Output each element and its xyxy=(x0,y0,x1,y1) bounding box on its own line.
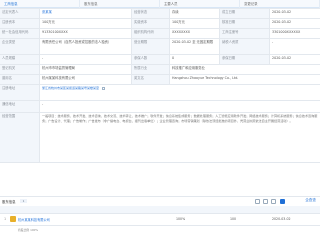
label-reg-address: 注册地址 xyxy=(0,85,40,100)
value-english-name: Hangzhou Zhaoyue Technology Co., Ltd. xyxy=(172,76,239,80)
value-taxpayer-type: - xyxy=(272,40,274,44)
info-row: 曾用名 杭州某某科技有限公司 英文名 Hangzhou Zhaoyue Tech… xyxy=(0,75,320,85)
value-reg-address[interactable]: 浙江省杭州市某区某街道某路某号某楼某室 xyxy=(40,85,320,100)
value-status: 存续 xyxy=(170,9,220,18)
value-business-term: 2020-03-02 至 无固定期限 xyxy=(170,39,220,54)
value-staff-size: - xyxy=(40,55,132,64)
value-insured-date: 2020-03-02 xyxy=(272,56,292,60)
value-approval-date: 2020-03-02 xyxy=(272,20,292,24)
label-address-2: 通信地址 xyxy=(0,101,40,112)
export-icon[interactable] xyxy=(255,199,260,204)
section-title: 股东信息 xyxy=(2,200,16,204)
info-row: 企业类型 有限责任公司（自然人投资或控股的法人独资） 营业期限 2020-03-… xyxy=(0,39,320,55)
label-former-name: 曾用名 xyxy=(0,75,40,84)
label-reg-authority: 登记机关 xyxy=(0,65,40,74)
info-tabs: 工商信息 股东信息 主要人员 变更记录 xyxy=(0,0,320,8)
value-business-scope: 一般项目：技术服务、技术开发、技术咨询、技术交流、技术转让、技术推广；软件开发；… xyxy=(42,114,318,124)
info-row: 注册资本 100万元 实缴资本 100万元 核准日期 2020-03-02 xyxy=(0,19,320,29)
tab-business-info[interactable]: 工商信息 xyxy=(0,0,80,8)
shareholder-sub-note: 持股比例 100% xyxy=(18,228,39,232)
info-row: 注册地址 浙江省杭州市某区某街道某路某号某楼某室 xyxy=(0,85,320,101)
label-staff-size: 人员规模 xyxy=(0,55,40,64)
value-reg-capital: 100万元 xyxy=(40,19,132,28)
brand-name: 企查查 xyxy=(305,198,316,202)
subscribed-date: 2020-03-02 xyxy=(272,217,291,221)
row-index: 1 xyxy=(4,217,7,221)
label-industry: 所属行业 xyxy=(132,65,170,74)
label-legal-rep: 法定代表人 xyxy=(0,9,40,18)
label-established: 成立日期 xyxy=(220,9,270,18)
value-credit-code: 91330100XXXX xyxy=(40,29,132,38)
value-org-code: XXXXXXXX xyxy=(170,29,220,38)
brand-logo-icon xyxy=(280,199,285,204)
value-reg-number: 3301000XXXXXX xyxy=(272,30,301,34)
info-row: 统一社会信用代码 91330100XXXX 组织机构代码 XXXXXXXX 工商… xyxy=(0,29,320,39)
subscribed-amount: 100 xyxy=(230,217,237,221)
shareholder-section-toolbar: 股东信息 1 企查查 xyxy=(0,196,320,206)
company-info-page: 工商信息 股东信息 主要人员 变更记录 法定代表人 张某某 经营状态 存续 成立… xyxy=(0,0,320,240)
value-insured-count: 0 xyxy=(170,55,220,64)
value-address-2: - xyxy=(42,102,44,106)
info-row: 经营范围 一般项目：技术服务、技术开发、技术咨询、技术交流、技术转让、技术推广；… xyxy=(0,113,320,163)
label-credit-code: 统一社会信用代码 xyxy=(0,29,40,38)
tab-shareholders[interactable]: 股东信息 xyxy=(80,0,160,8)
count-badge: 1 xyxy=(20,199,27,203)
label-english-name: 英文名 xyxy=(132,75,170,84)
chart-icon[interactable] xyxy=(263,199,268,204)
value-established: 2020-03-02 xyxy=(272,10,292,14)
value-legal-rep[interactable]: 张某某 xyxy=(40,9,132,18)
info-row: 法定代表人 张某某 经营状态 存续 成立日期 2020-03-02 xyxy=(0,9,320,19)
value-paid-capital: 100万元 xyxy=(170,19,220,28)
info-row: 人员规模 - 参保人数 0 参保日期 2020-03-02 xyxy=(0,55,320,65)
value-company-type: 有限责任公司（自然人投资或控股的法人独资） xyxy=(40,39,132,54)
shareholder-name[interactable]: 杭州某某科技有限公司 xyxy=(18,217,50,222)
info-row: 登记机关 杭州市市场监督管理局 所属行业 科技推广和应用服务业 xyxy=(0,65,320,75)
tab-changes[interactable]: 变更记录 xyxy=(240,0,320,8)
label-status: 经营状态 xyxy=(132,9,170,18)
value-reg-authority: 杭州市市场监督管理局 xyxy=(40,65,132,74)
business-info-grid: 法定代表人 张某某 经营状态 存续 成立日期 2020-03-02 注册资本 1… xyxy=(0,8,320,163)
label-approval-date: 核准日期 xyxy=(220,19,270,28)
share-icon[interactable] xyxy=(271,199,276,204)
company-logo-icon xyxy=(10,216,16,222)
copy-icon[interactable] xyxy=(101,86,105,90)
label-paid-capital: 实缴资本 xyxy=(132,19,170,28)
value-former-name: 杭州某某科技有限公司 xyxy=(40,75,132,84)
reg-address-text: 浙江省杭州市某区某街道某路某号某楼某室 xyxy=(42,86,100,90)
label-insured-count: 参保人数 xyxy=(132,55,170,64)
label-org-code: 组织机构代码 xyxy=(132,29,170,38)
label-business-scope: 经营范围 xyxy=(0,113,40,162)
label-business-term: 营业期限 xyxy=(132,39,170,54)
label-reg-number: 工商注册号 xyxy=(220,29,270,38)
label-taxpayer-type: 纳税人资质 xyxy=(220,39,270,54)
shareholder-table-header xyxy=(0,206,320,214)
value-industry: 科技推广和应用服务业 xyxy=(172,66,205,70)
info-row: 通信地址 - xyxy=(0,101,320,113)
label-insured-date: 参保日期 xyxy=(220,55,270,64)
label-reg-capital: 注册资本 xyxy=(0,19,40,28)
table-row[interactable]: 1 杭州某某科技有限公司 100% 100 2020-03-02 xyxy=(0,214,320,226)
label-company-type: 企业类型 xyxy=(0,39,40,54)
shareholding-ratio: 100% xyxy=(176,217,186,221)
tab-key-personnel[interactable]: 主要人员 xyxy=(160,0,240,8)
